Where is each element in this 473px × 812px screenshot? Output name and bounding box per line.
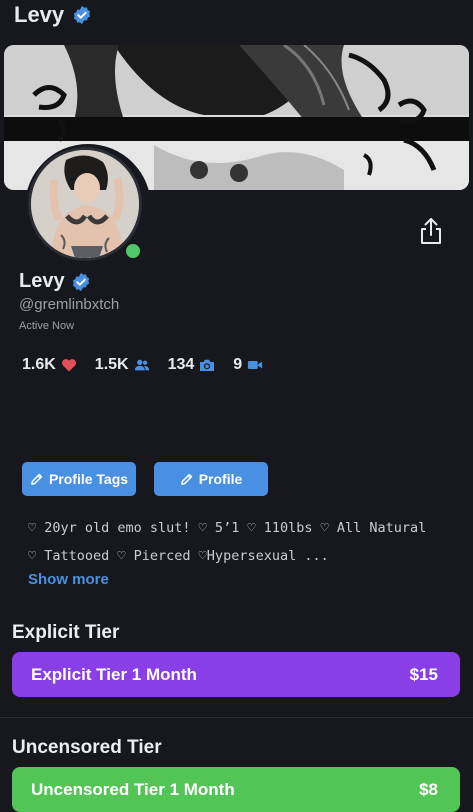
tier-price: $15 bbox=[409, 664, 438, 684]
tier-heading: Uncensored Tier bbox=[12, 737, 162, 758]
profile-bio: ♡ 20yr old emo slut! ♡ 5’1 ♡ 110lbs ♡ Al… bbox=[28, 514, 458, 570]
videos-stat: 9 bbox=[233, 356, 263, 374]
page-title: Levy bbox=[14, 2, 65, 27]
likes-stat: 1.6K bbox=[22, 356, 77, 374]
profile-button[interactable]: Profile bbox=[154, 462, 268, 496]
camera-icon bbox=[200, 359, 215, 371]
profile-tags-label: Profile Tags bbox=[48, 471, 129, 487]
explicit-tier-button[interactable]: Explicit Tier 1 Month $15 bbox=[12, 652, 460, 697]
subscribers-stat: 1.5K bbox=[95, 356, 150, 374]
tier-price: $8 bbox=[419, 779, 438, 799]
tier-label: Explicit Tier 1 Month bbox=[31, 664, 197, 684]
profile-handle: @gremlinbxtch bbox=[19, 296, 120, 313]
verified-badge-icon bbox=[73, 5, 91, 25]
photos-count: 134 bbox=[167, 356, 195, 373]
tier-heading: Explicit Tier bbox=[12, 622, 120, 643]
uncensored-tier-button[interactable]: Uncensored Tier 1 Month $8 bbox=[12, 767, 460, 812]
profile-label: Profile bbox=[198, 471, 243, 487]
bio-line: ♡ Tattooed ♡ Pierced ♡Hypersexual ... bbox=[28, 548, 329, 564]
heart-icon bbox=[61, 359, 76, 372]
videos-count: 9 bbox=[233, 356, 243, 373]
subscribers-count: 1.5K bbox=[94, 356, 129, 373]
photos-stat: 134 bbox=[168, 356, 216, 374]
likes-count: 1.6K bbox=[22, 356, 56, 373]
section-divider bbox=[0, 717, 473, 718]
profile-tags-button[interactable]: Profile Tags bbox=[22, 462, 136, 496]
tier-label: Uncensored Tier 1 Month bbox=[31, 779, 235, 799]
activity-status: Active Now bbox=[19, 320, 75, 332]
profile-stats: 1.6K 1.5K 134 9 bbox=[22, 356, 281, 374]
share-icon[interactable] bbox=[418, 216, 444, 246]
profile-name: Levy bbox=[19, 270, 65, 292]
video-icon bbox=[248, 361, 263, 369]
bio-line: ♡ 20yr old emo slut! ♡ 5’1 ♡ 110lbs ♡ Al… bbox=[28, 520, 427, 536]
show-more-link[interactable]: Show more bbox=[28, 571, 109, 588]
pencil-icon bbox=[31, 473, 43, 485]
verified-badge-icon bbox=[72, 272, 89, 291]
online-status-dot bbox=[123, 241, 143, 261]
pencil-icon bbox=[180, 473, 192, 485]
users-icon bbox=[134, 359, 149, 371]
page-title-bar: Levy bbox=[14, 2, 92, 28]
profile-name-row: Levy bbox=[19, 270, 91, 293]
